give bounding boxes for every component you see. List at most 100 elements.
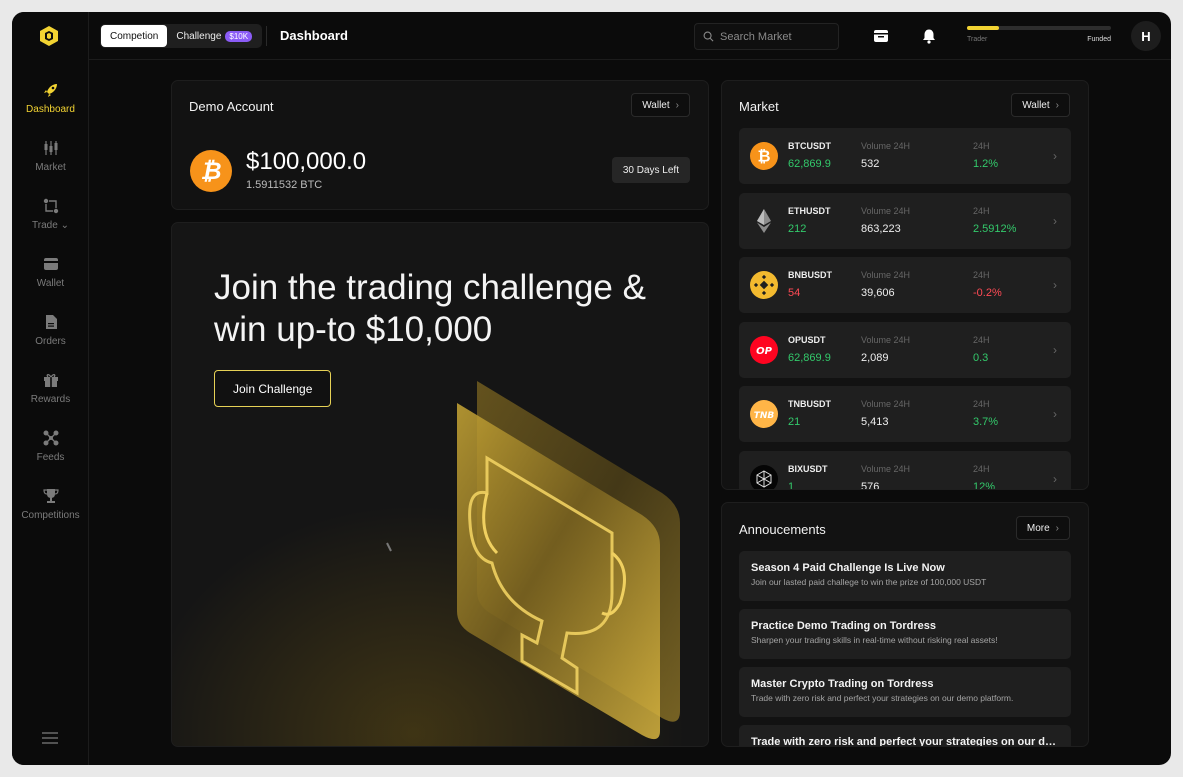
progress-start-label: Trader [967,36,988,43]
volume-label: Volume 24H [861,205,911,216]
announcement-subtitle: Sharpen your trading skills in real-time… [751,635,998,645]
market-row-tnbusdt[interactable]: TNB TNBUSDT 21 Volume 24H 5,413 24H 3.7%… [739,386,1071,442]
days-left-badge: 30 Days Left [611,157,690,183]
sidebar-item-label: Rewards [30,394,71,405]
sidebar-item-label: Competitions [21,510,80,521]
coin-price: 1 [788,480,795,490]
sidebar-item-rewards[interactable]: Rewards [12,370,89,428]
coin-symbol: BTCUSDT [788,141,831,151]
join-challenge-button[interactable]: Join Challenge [214,370,332,407]
sidebar: Dashboard Market Trade ⌄ Wallet Orders R… [12,12,89,765]
volume-label: Volume 24H [861,399,911,409]
app-window: Dashboard Market Trade ⌄ Wallet Orders R… [12,12,1171,765]
sidebar-item-trade[interactable]: Trade ⌄ [12,196,89,254]
competition-tab[interactable]: Competion [101,25,168,47]
change-label: 24H [973,270,990,280]
svg-text:₿: ₿ [200,157,221,185]
wallet-button[interactable]: Wallet › [631,93,690,117]
market-row-btcusdt[interactable]: ₿ BTCUSDT 62,869.9 Volume 24H 532 24H 1.… [739,128,1071,184]
announcements-card: Annoucements More › Season 4 Paid Challe… [721,502,1089,747]
search-box[interactable] [694,23,839,50]
sidebar-item-competitions[interactable]: Competitions [12,486,89,544]
coin-price: 54 [788,287,801,299]
change-label: 24H [973,334,990,345]
change-value: 1.2% [973,158,999,170]
demo-account-title: Demo Account [189,99,274,114]
chevron-right-icon: › [1055,522,1059,534]
market-row-opusdt[interactable]: OP OPUSDT 62,869.9 Volume 24H 2,089 24H … [739,321,1071,378]
announcement-title: Trade with zero risk and perfect your st… [751,736,1059,747]
candlestick-icon [44,141,57,155]
market-row-ethusdt[interactable]: ETHUSDT 212 Volume 24H 863,223 24H 2.591… [739,192,1071,249]
chevron-right-icon: › [1053,471,1057,486]
banner-headline: Join the trading challenge & win up-to $… [214,268,646,349]
announcement-title: Practice Demo Trading on Tordress [751,620,937,632]
coin-price: 62,869.9 [788,158,831,170]
coin-symbol: BIXUSDT [788,463,828,474]
search-icon [703,31,714,42]
volume-label: Volume 24H [861,270,911,280]
more-button[interactable]: More › [1015,516,1070,540]
announcement-item[interactable]: Trade with zero risk and perfect your st… [739,725,1071,747]
mode-segmented-control: Competion Challenge $10K [100,24,263,48]
network-icon [43,430,58,446]
announcement-subtitle: Trade with zero risk and perfect your st… [751,693,1014,703]
coin-price: 212 [788,222,807,235]
top-bar: Competion Challenge $10K Dashboard Trade… [89,12,1171,60]
coin-price: 21 [788,416,801,428]
sidebar-item-label: Feeds [36,452,65,463]
sidebar-item-label: Market [35,162,66,173]
inbox-icon[interactable] [873,28,889,44]
wallet-button-label: Wallet [642,99,670,111]
level-progress: Trader Funded [967,26,1111,43]
chevron-right-icon: › [1053,407,1057,421]
change-label: 24H [973,205,990,216]
volume-value: 39,606 [861,287,895,299]
hamburger-menu-icon[interactable] [41,731,59,745]
sidebar-item-feeds[interactable]: Feeds [12,428,89,486]
change-label: 24H [973,141,990,151]
coin-symbol: BNBUSDT [788,270,832,280]
announcement-item[interactable]: Practice Demo Trading on Tordress Sharpe… [739,609,1071,659]
sidebar-item-wallet[interactable]: Wallet [12,254,89,312]
announcement-item[interactable]: Season 4 Paid Challenge Is Live Now Join… [739,551,1071,601]
avatar[interactable]: H [1131,21,1161,51]
more-button-label: More [1026,522,1050,534]
challenge-tab[interactable]: Challenge $10K [167,25,261,47]
change-value: 2.5912% [973,222,1017,235]
svg-text:OP: OP [756,346,773,357]
progress-fill [967,26,999,30]
sidebar-item-market[interactable]: Market [12,138,89,196]
market-row-bnbusdt[interactable]: BNBUSDT 54 Volume 24H 39,606 24H -0.2% › [739,257,1071,313]
coin-price: 62,869.9 [788,351,831,364]
challenge-tab-label: Challenge [176,30,222,42]
progress-end-label: Funded [1087,36,1111,43]
brand-logo[interactable] [38,25,60,47]
bell-icon[interactable] [921,28,937,44]
volume-label: Volume 24H [861,334,911,345]
chevron-right-icon: › [1053,213,1057,228]
change-value: 12% [973,480,996,490]
demo-account-card: Demo Account Wallet › ₿ $100,000.0 1.591… [171,80,709,210]
sidebar-item-orders[interactable]: Orders [12,312,89,370]
sidebar-item-label: Wallet [36,278,65,289]
market-row-bixusdt[interactable]: BIXUSDT 1 Volume 24H 576 24H 12% › [739,450,1071,490]
rocket-icon [43,84,57,97]
chevron-right-icon: › [675,99,679,111]
market-title: Market [739,99,779,114]
trophy-icon [42,489,59,503]
optimism-icon: OP [750,335,778,364]
gift-icon [43,374,58,387]
change-label: 24H [973,463,990,474]
announcement-subtitle: Join our lasted paid challege to win the… [751,577,987,587]
challenge-amount-badge: $10K [225,30,253,42]
document-icon [45,315,57,329]
challenge-promo-banner: Join the trading challenge & win up-to $… [171,222,709,747]
announcement-item[interactable]: Master Crypto Trading on Tordress Trade … [739,667,1071,717]
wallet-icon [43,258,58,270]
search-input[interactable] [720,30,830,43]
sidebar-item-dashboard[interactable]: Dashboard [12,80,89,138]
chevron-right-icon: › [1053,149,1057,163]
market-wallet-button[interactable]: Wallet › [1011,93,1070,117]
change-label: 24H [973,399,990,409]
